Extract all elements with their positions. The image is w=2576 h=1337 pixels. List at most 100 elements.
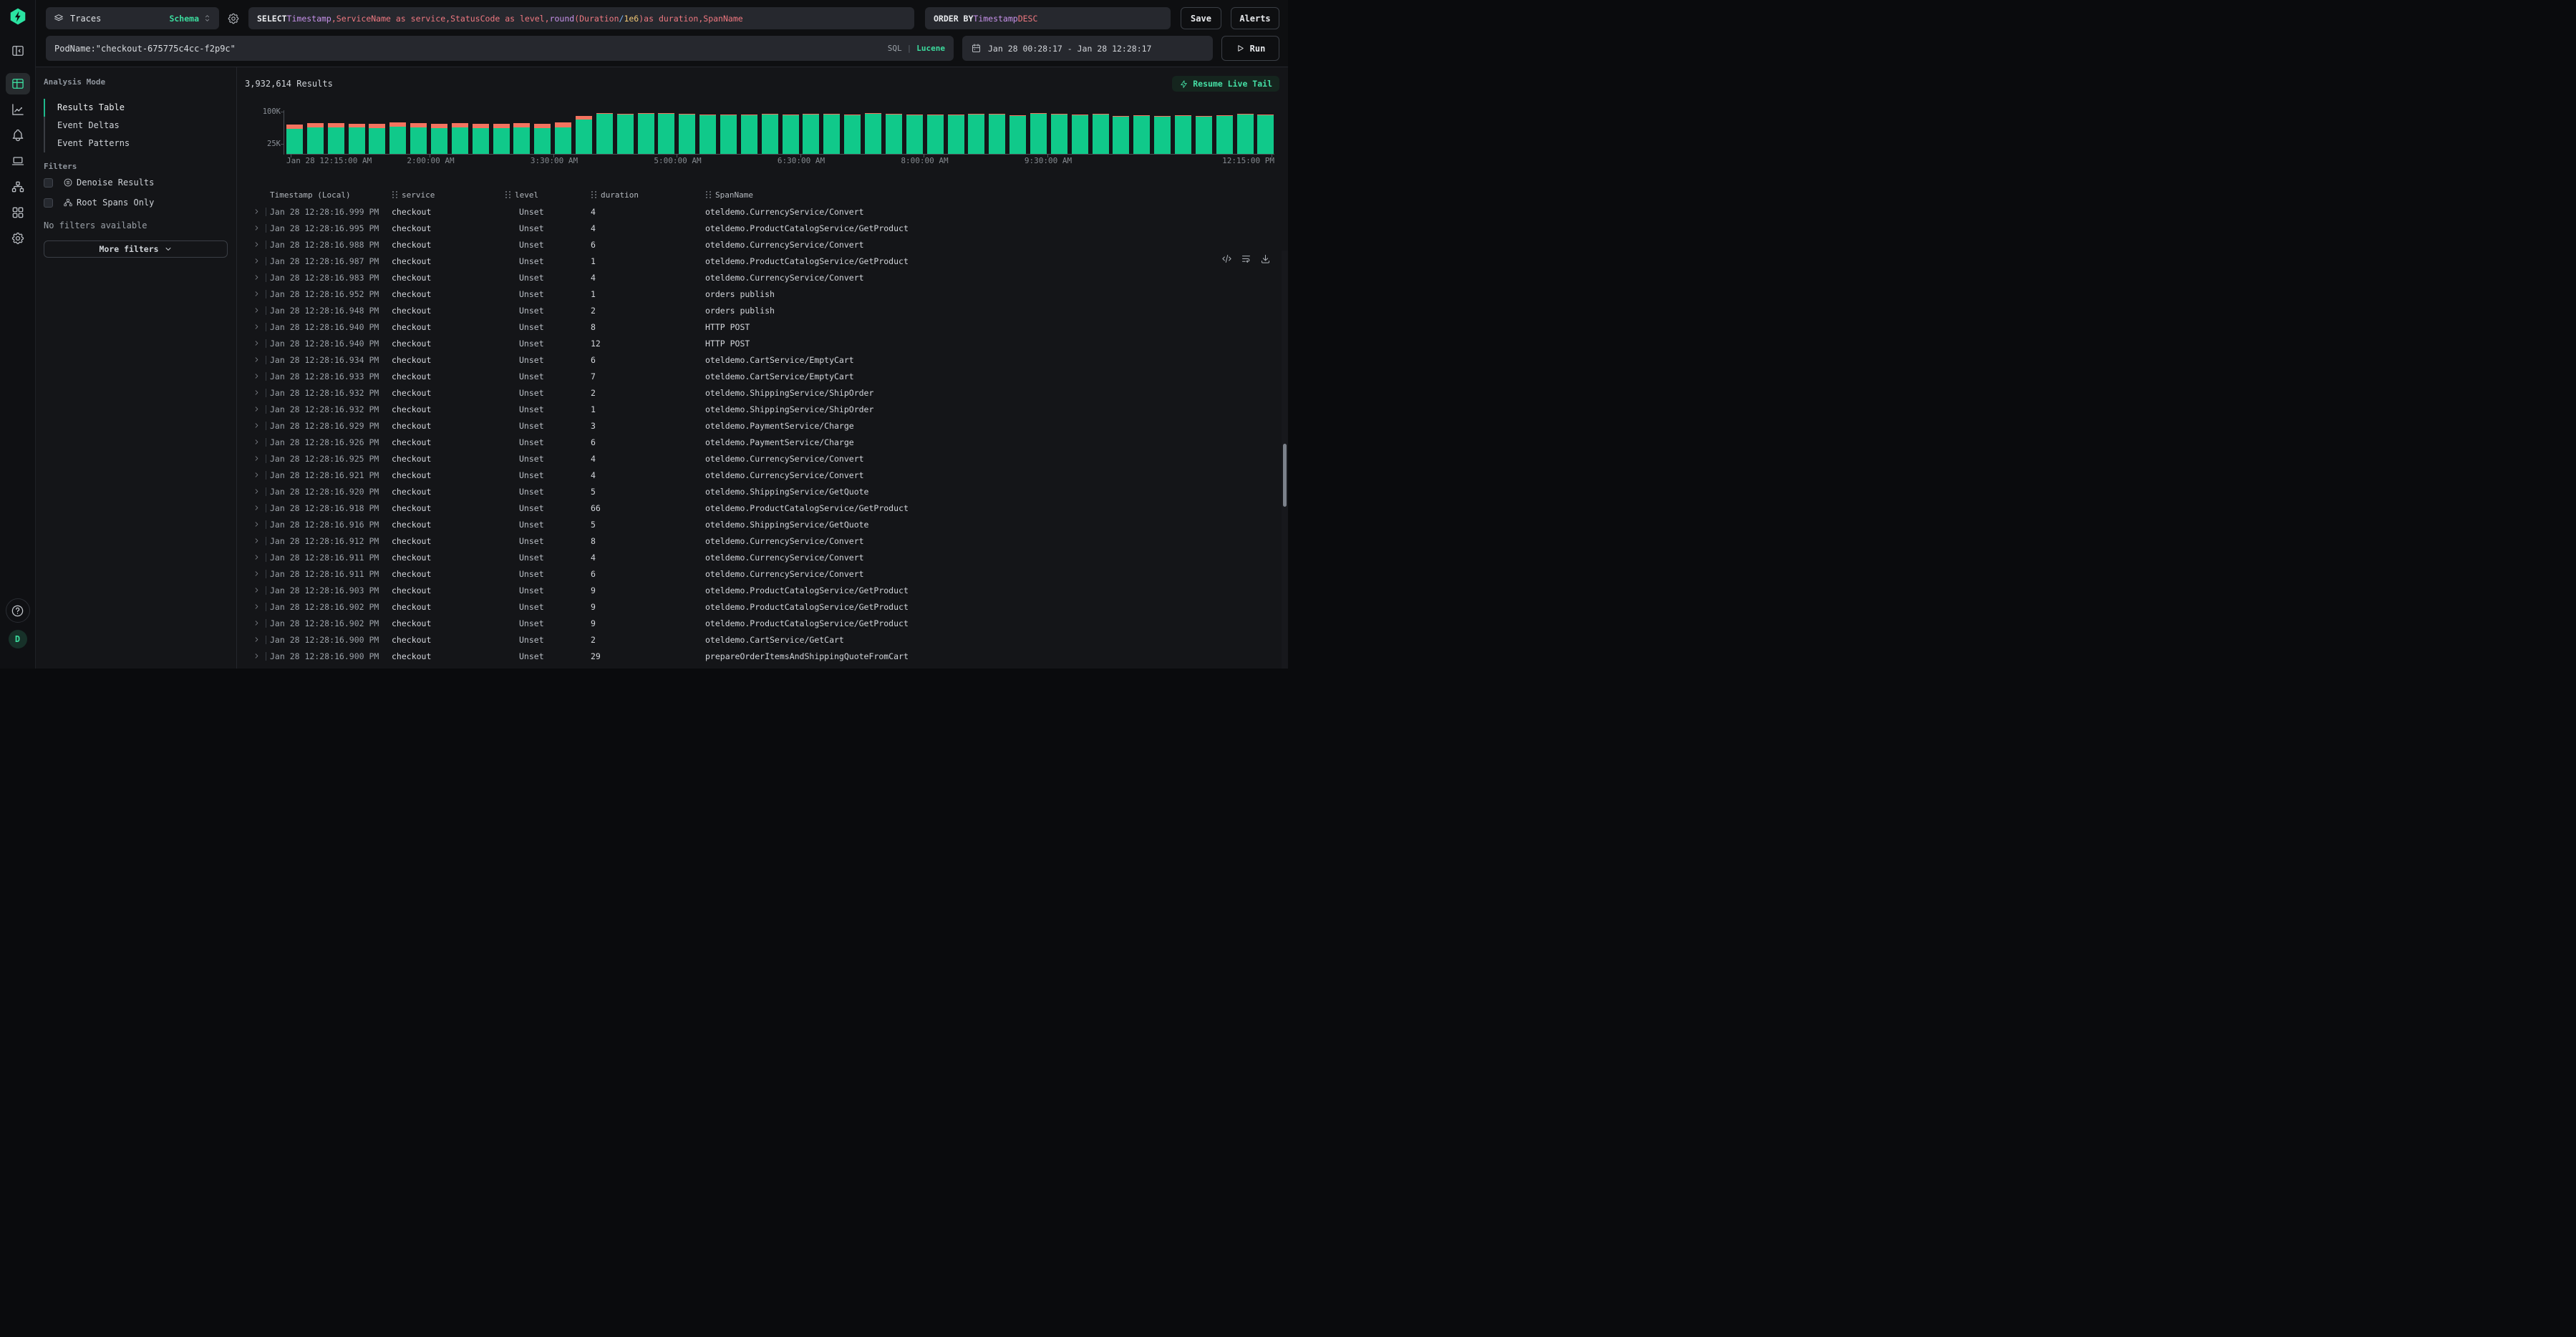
download-icon[interactable] (1260, 253, 1271, 264)
date-range-picker[interactable]: Jan 28 00:28:17 - Jan 28 12:28:17 (962, 36, 1213, 61)
scrollbar-thumb[interactable] (1283, 444, 1287, 507)
col-header-duration[interactable]: duration (591, 190, 705, 200)
scrollbar-track[interactable] (1282, 251, 1288, 668)
collapse-sidebar-icon[interactable] (6, 40, 30, 62)
chart-bar[interactable] (948, 104, 964, 154)
table-row[interactable]: Jan 28 12:28:16.929 PMcheckoutUnset3otel… (250, 417, 1288, 434)
table-row[interactable]: Jan 28 12:28:16.911 PMcheckoutUnset4otel… (250, 549, 1288, 565)
chart-bar[interactable] (1196, 104, 1212, 154)
table-row[interactable]: Jan 28 12:28:16.948 PMcheckoutUnset2orde… (250, 302, 1288, 319)
row-expand-chevron-icon[interactable] (250, 454, 263, 462)
table-row[interactable]: Jan 28 12:28:16.940 PMcheckoutUnset12HTT… (250, 335, 1288, 351)
table-row[interactable]: Jan 28 12:28:16.902 PMcheckoutUnset9otel… (250, 598, 1288, 615)
mode-item-results-table[interactable]: Results Table (44, 99, 228, 117)
row-expand-chevron-icon[interactable] (250, 438, 263, 446)
denoise-checkbox[interactable] (44, 178, 53, 188)
wrap-lines-icon[interactable] (1241, 253, 1251, 264)
root-spans-checkbox-row[interactable]: Root Spans Only (44, 194, 228, 211)
chart-bar[interactable] (927, 104, 944, 154)
table-row[interactable]: Jan 28 12:28:16.900 PMcheckoutUnset50ote… (250, 664, 1288, 668)
row-expand-chevron-icon[interactable] (250, 537, 263, 545)
row-expand-chevron-icon[interactable] (250, 257, 263, 265)
resume-live-tail-button[interactable]: Resume Live Tail (1172, 76, 1279, 92)
chart-bar[interactable] (1113, 104, 1129, 154)
row-expand-chevron-icon[interactable] (250, 405, 263, 413)
results-histogram[interactable]: 100K 25K Jan 28 12:15:00 AM2:00:00 AM3:3… (245, 92, 1288, 166)
row-expand-chevron-icon[interactable] (250, 603, 263, 611)
sql-mode-option[interactable]: SQL (888, 44, 902, 53)
chart-bar[interactable] (286, 104, 303, 154)
row-expand-chevron-icon[interactable] (250, 487, 263, 495)
table-row[interactable]: Jan 28 12:28:16.934 PMcheckoutUnset6otel… (250, 351, 1288, 368)
table-row[interactable]: Jan 28 12:28:16.920 PMcheckoutUnset5otel… (250, 483, 1288, 500)
table-row[interactable]: Jan 28 12:28:16.926 PMcheckoutUnset6otel… (250, 434, 1288, 450)
table-row[interactable]: Jan 28 12:28:16.988 PMcheckoutUnset6otel… (250, 236, 1288, 253)
mode-item-event-patterns[interactable]: Event Patterns (44, 135, 228, 152)
alerts-button[interactable]: Alerts (1231, 7, 1279, 29)
chart-bar[interactable] (473, 104, 489, 154)
dashboards-grid-icon[interactable] (6, 202, 30, 223)
code-view-icon[interactable] (1221, 253, 1232, 264)
chart-bar[interactable] (328, 104, 344, 154)
chart-bar[interactable] (493, 104, 510, 154)
table-row[interactable]: Jan 28 12:28:16.912 PMcheckoutUnset8otel… (250, 533, 1288, 549)
table-row[interactable]: Jan 28 12:28:16.900 PMcheckoutUnset29pre… (250, 648, 1288, 664)
chart-bar[interactable] (617, 104, 634, 154)
row-expand-chevron-icon[interactable] (250, 273, 263, 281)
chart-bar[interactable] (720, 104, 737, 154)
row-expand-chevron-icon[interactable] (250, 356, 263, 364)
table-row[interactable]: Jan 28 12:28:16.952 PMcheckoutUnset1orde… (250, 286, 1288, 302)
table-row[interactable]: Jan 28 12:28:16.921 PMcheckoutUnset4otel… (250, 467, 1288, 483)
table-row[interactable]: Jan 28 12:28:16.902 PMcheckoutUnset9otel… (250, 615, 1288, 631)
chart-bar[interactable] (823, 104, 840, 154)
source-settings-gear-icon[interactable] (227, 12, 240, 25)
chart-bar[interactable] (349, 104, 365, 154)
chart-bar[interactable] (1009, 104, 1026, 154)
col-header-spanname[interactable]: SpanName (705, 190, 1209, 200)
row-expand-chevron-icon[interactable] (250, 389, 263, 397)
chart-bar[interactable] (452, 104, 468, 154)
chart-bar[interactable] (865, 104, 881, 154)
source-selector[interactable]: Traces Schema (46, 7, 219, 29)
row-expand-chevron-icon[interactable] (250, 586, 263, 594)
chart-explorer-icon[interactable] (6, 99, 30, 120)
row-expand-chevron-icon[interactable] (250, 372, 263, 380)
row-expand-chevron-icon[interactable] (250, 323, 263, 331)
service-map-icon[interactable] (6, 176, 30, 198)
root-spans-checkbox[interactable] (44, 198, 53, 208)
chart-bar[interactable] (1093, 104, 1109, 154)
chart-bar[interactable] (989, 104, 1005, 154)
row-expand-chevron-icon[interactable] (250, 619, 263, 627)
chart-bar[interactable] (783, 104, 799, 154)
chart-bar[interactable] (1216, 104, 1233, 154)
chart-bar[interactable] (410, 104, 427, 154)
table-row[interactable]: Jan 28 12:28:16.933 PMcheckoutUnset7otel… (250, 368, 1288, 384)
chart-bar[interactable] (555, 104, 571, 154)
table-row[interactable]: Jan 28 12:28:16.925 PMcheckoutUnset4otel… (250, 450, 1288, 467)
chart-bar[interactable] (1072, 104, 1088, 154)
row-expand-chevron-icon[interactable] (250, 520, 263, 528)
row-expand-chevron-icon[interactable] (250, 306, 263, 314)
row-expand-chevron-icon[interactable] (250, 471, 263, 479)
chart-bar[interactable] (431, 104, 447, 154)
chart-bar[interactable] (658, 104, 674, 154)
row-expand-chevron-icon[interactable] (250, 224, 263, 232)
save-button[interactable]: Save (1181, 7, 1221, 29)
chart-bar[interactable] (389, 104, 406, 154)
chart-bar[interactable] (679, 104, 695, 154)
user-avatar[interactable]: D (9, 630, 27, 648)
chart-bar[interactable] (741, 104, 757, 154)
row-expand-chevron-icon[interactable] (250, 652, 263, 660)
run-button[interactable]: Run (1221, 36, 1279, 61)
col-header-level[interactable]: level (505, 190, 591, 200)
chart-bar[interactable] (803, 104, 819, 154)
chart-bar[interactable] (699, 104, 716, 154)
orderby-clause-editor[interactable]: ORDER BY Timestamp DESC (925, 7, 1171, 29)
table-row[interactable]: Jan 28 12:28:16.999 PMcheckoutUnset4otel… (250, 203, 1288, 220)
row-expand-chevron-icon[interactable] (250, 208, 263, 215)
logo-icon[interactable] (9, 7, 27, 26)
table-row[interactable]: Jan 28 12:28:16.911 PMcheckoutUnset6otel… (250, 565, 1288, 582)
search-results-icon[interactable] (6, 73, 30, 94)
row-expand-chevron-icon[interactable] (250, 553, 263, 561)
chart-bar[interactable] (596, 104, 613, 154)
